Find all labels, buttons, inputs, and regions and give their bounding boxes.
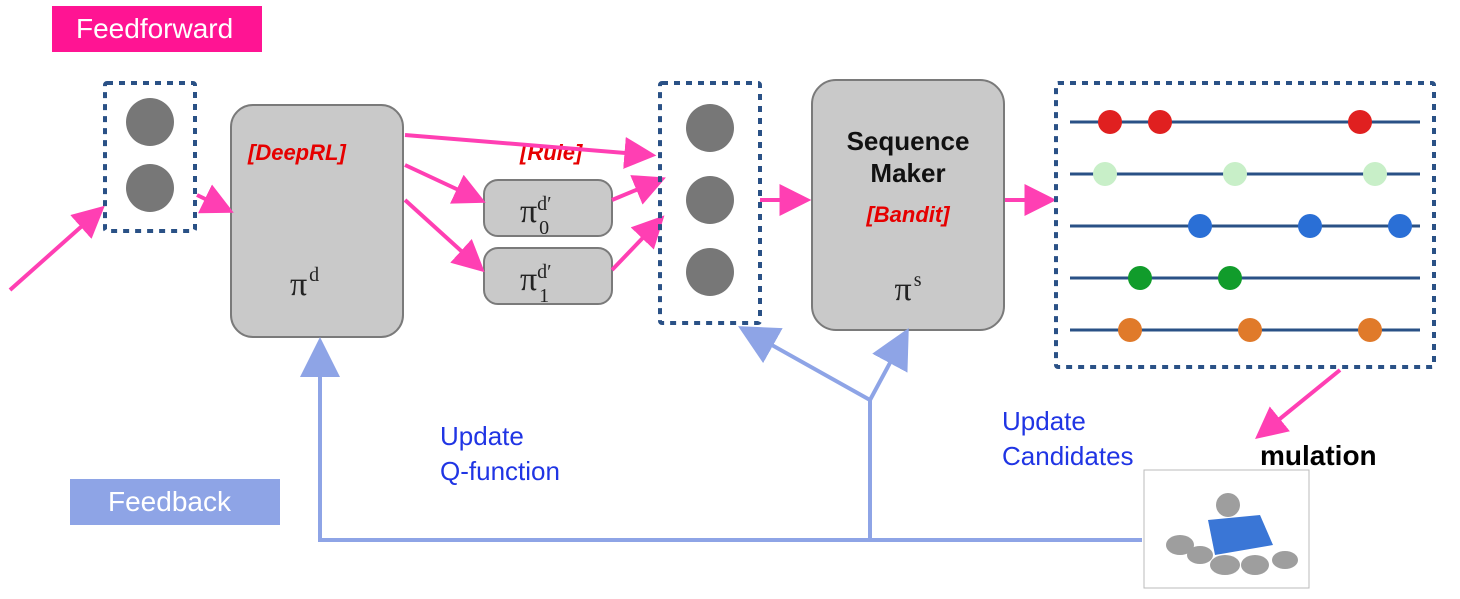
state-circle-2 xyxy=(126,164,174,212)
arrow-rule1-mid xyxy=(612,220,660,270)
arrow-incoming xyxy=(10,210,100,290)
simulation-label: mulation xyxy=(1260,440,1377,471)
seq-row-2 xyxy=(1070,162,1420,186)
feedforward-label: Feedforward xyxy=(76,13,233,44)
feedback-arrow-c-right xyxy=(870,335,905,400)
deeprl-method: [DeepRL] xyxy=(247,140,346,165)
feedback-label: Feedback xyxy=(108,486,232,517)
feedback-arrow-c-left xyxy=(745,330,870,400)
mid-circle-2 xyxy=(686,176,734,224)
arrow-deeprl-rule0 xyxy=(405,165,480,200)
seq-row-1 xyxy=(1070,110,1420,134)
state-circle-1 xyxy=(126,98,174,146)
arrow-rule0-mid xyxy=(612,180,660,200)
mid-circle-1 xyxy=(686,104,734,152)
arrow-output-sim xyxy=(1260,370,1340,435)
label-update-q1: Update xyxy=(440,421,524,451)
label-update-c2: Candidates xyxy=(1002,441,1134,471)
mid-circle-3 xyxy=(686,248,734,296)
seq-row-3 xyxy=(1070,214,1420,238)
label-update-c1: Update xyxy=(1002,406,1086,436)
seq-line2: Maker xyxy=(870,158,945,188)
seq-line1: Sequence xyxy=(847,126,970,156)
seq-method: [Bandit] xyxy=(865,202,950,227)
seq-row-4 xyxy=(1070,266,1420,290)
arrow-deeprl-rule1 xyxy=(405,200,480,268)
label-update-q2: Q-function xyxy=(440,456,560,486)
seq-row-5 xyxy=(1070,318,1420,342)
arrow-input-deeprl xyxy=(197,195,228,210)
